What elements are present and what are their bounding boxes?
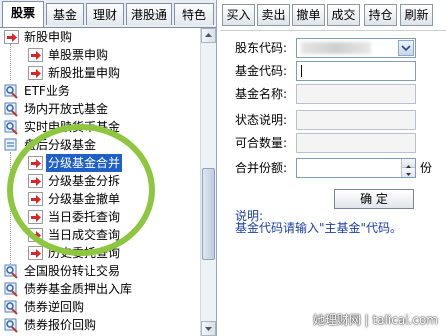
tree-item-label: 当日委托查询 xyxy=(48,210,121,224)
tree-item-label: 债券逆回购 xyxy=(24,300,85,314)
tree-item-today-trades[interactable]: 当日成交查询 xyxy=(28,226,198,244)
red-arrow-icon xyxy=(28,228,43,242)
tree-item-reverse-repo[interactable]: 债券逆回购 xyxy=(4,298,194,316)
tree-item-quote-repo[interactable]: 债券报价回购 xyxy=(4,316,194,334)
positions-button[interactable]: 持仓 xyxy=(364,4,397,26)
red-arrow-icon xyxy=(28,174,43,188)
folder-search-icon xyxy=(4,300,19,315)
red-arrow-icon xyxy=(28,210,43,224)
tab-fund[interactable]: 基金 xyxy=(46,3,84,25)
tree-item-label: 新股批量申购 xyxy=(48,66,121,80)
tree-item-bond-pledge[interactable]: 债券基金质押出入库 xyxy=(4,280,194,298)
tree-item-label: 分级基金撤单 xyxy=(48,192,121,206)
tree-item-label: 当日成交查询 xyxy=(48,228,121,242)
tab-hk-connect[interactable]: 港股通 xyxy=(126,3,172,25)
confirm-button[interactable]: 确 定 xyxy=(334,189,414,209)
tree-item-structured-fund[interactable]: 盘后分级基金 xyxy=(4,136,194,154)
masked-account-value xyxy=(301,42,371,54)
tab-wealth[interactable]: 理财 xyxy=(86,3,124,25)
tab-featured[interactable]: 特色 xyxy=(174,3,214,25)
left-panel: 股票 基金 理财 港股通 特色 新股申购 单股票申购 新股批量申购 ETF业务 … xyxy=(0,0,217,336)
refresh-button[interactable]: 刷新 xyxy=(400,4,433,26)
function-tree: 新股申购 单股票申购 新股批量申购 ETF业务 场内开放式基金 实时申赎货币基金… xyxy=(0,28,200,336)
tree-item-fund-split[interactable]: 分级基金分拆 xyxy=(28,172,198,190)
tree-item-label: 债券报价回购 xyxy=(24,318,97,332)
tree-item-label: 历史委托查询 xyxy=(48,246,121,260)
mergeable-label: 可合数量: xyxy=(235,136,288,150)
tree-item-neeq[interactable]: 全国股份转让交易 xyxy=(4,262,194,280)
tree-item-history-orders[interactable]: 历史委托查询 xyxy=(28,244,198,262)
trading-window: 股票 基金 理财 港股通 特色 新股申购 单股票申购 新股批量申购 ETF业务 … xyxy=(0,0,446,336)
merge-amount-label: 合并份额: xyxy=(235,161,288,175)
tab-stock[interactable]: 股票 xyxy=(2,1,44,27)
tree-item-label: 全国股份转让交易 xyxy=(24,264,121,278)
folder-search-icon xyxy=(4,102,19,117)
red-arrow-icon xyxy=(28,192,43,206)
tree-item-today-orders[interactable]: 当日委托查询 xyxy=(28,208,198,226)
fund-code-label: 基金代码: xyxy=(235,64,288,78)
status-field xyxy=(296,110,416,130)
trades-button[interactable]: 成交 xyxy=(327,4,360,26)
holder-code-label: 股东代码: xyxy=(235,41,288,55)
tree-item-label: 场内开放式基金 xyxy=(24,102,109,116)
tree-item-label: 单股票申购 xyxy=(48,48,109,62)
toolbar-divider xyxy=(220,30,446,31)
folder-search-icon xyxy=(4,282,19,297)
fund-name-field xyxy=(296,84,416,104)
tree-item-label: 实时申赎货币基金 xyxy=(24,120,121,134)
scroll-up-button[interactable] xyxy=(201,28,216,43)
cancel-order-button[interactable]: 撤单 xyxy=(292,4,325,26)
merge-amount-stepper[interactable] xyxy=(296,158,416,178)
red-arrow-icon xyxy=(28,66,43,80)
right-panel: 买入 卖出 撤单 成交 持仓 刷新 股东代码: 基金代码: 基金名称: 状态说明… xyxy=(220,0,446,336)
text-caret xyxy=(301,65,302,77)
mergeable-field xyxy=(296,133,416,153)
folder-open-icon xyxy=(4,138,19,152)
tree-item-single-ipo[interactable]: 单股票申购 xyxy=(28,46,198,64)
tree-item-label: 新股申购 xyxy=(24,30,73,44)
red-arrow-icon xyxy=(4,30,19,44)
chevron-down-icon[interactable] xyxy=(398,40,414,56)
scroll-thumb[interactable] xyxy=(202,168,215,260)
tree-item-fund-cancel[interactable]: 分级基金撤单 xyxy=(28,190,198,208)
folder-search-icon xyxy=(4,318,19,333)
red-arrow-icon xyxy=(28,156,43,170)
folder-search-icon xyxy=(4,264,19,279)
sell-button[interactable]: 卖出 xyxy=(257,4,290,26)
folder-search-icon xyxy=(4,120,19,135)
tree-item-label: 债券基金质押出入库 xyxy=(24,282,133,296)
stepper-up-icon[interactable] xyxy=(401,159,415,168)
tree-item-money-fund[interactable]: 实时申赎货币基金 xyxy=(4,118,194,136)
buy-button[interactable]: 买入 xyxy=(222,4,255,26)
unit-label: 份 xyxy=(420,161,433,175)
tree-guide xyxy=(10,44,11,80)
tree-item-ipo[interactable]: 新股申购 xyxy=(4,28,194,46)
red-arrow-icon xyxy=(28,48,43,62)
tree-item-fund-merge[interactable]: 分级基金合并 xyxy=(28,154,198,172)
tree-item-label: ETF业务 xyxy=(24,84,70,98)
stepper-down-icon[interactable] xyxy=(401,168,415,177)
red-arrow-icon xyxy=(28,246,43,260)
tree-item-lof[interactable]: 场内开放式基金 xyxy=(4,100,194,118)
holder-code-select[interactable] xyxy=(296,38,416,58)
tree-item-batch-ipo[interactable]: 新股批量申购 xyxy=(28,64,198,82)
scroll-down-button[interactable] xyxy=(201,321,216,336)
status-label: 状态说明: xyxy=(235,113,288,127)
fund-code-input[interactable] xyxy=(296,61,416,81)
tree-item-label: 分级基金分拆 xyxy=(48,174,121,188)
note-text: 基金代码请输入"主基金"代码。 xyxy=(235,221,403,235)
action-toolbar: 买入 卖出 撤单 成交 持仓 刷新 xyxy=(220,4,446,28)
tree-item-label: 分级基金合并 xyxy=(46,154,123,172)
tree-item-label: 盘后分级基金 xyxy=(24,138,97,152)
watermark: 她理财网 | talicai.com xyxy=(312,313,438,327)
tree-item-etf[interactable]: ETF业务 xyxy=(4,82,194,100)
folder-search-icon xyxy=(4,84,19,99)
category-tabs: 股票 基金 理财 港股通 特色 xyxy=(0,0,216,28)
tree-scrollbar[interactable] xyxy=(200,28,216,336)
tree-guide xyxy=(10,152,11,268)
fund-name-label: 基金名称: xyxy=(235,87,288,101)
